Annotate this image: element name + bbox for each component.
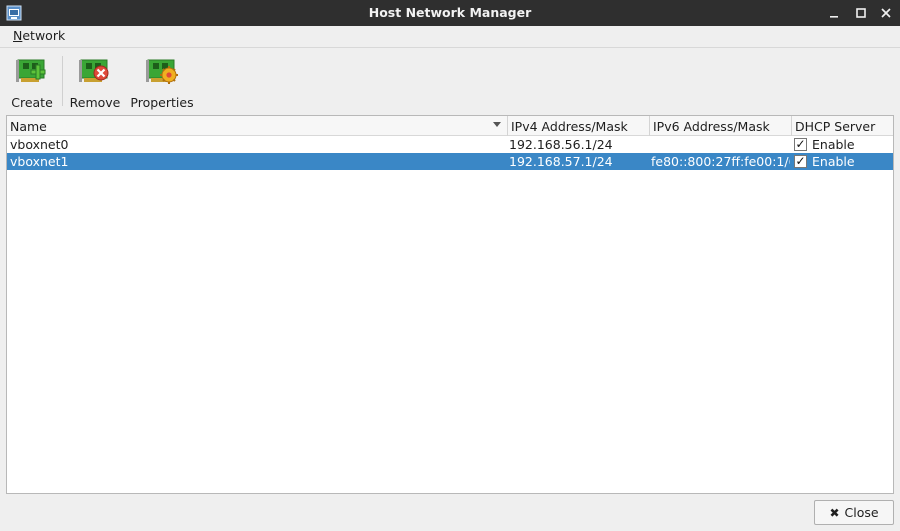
toolbar-separator	[62, 56, 63, 106]
maximize-icon[interactable]	[851, 3, 871, 23]
menu-network[interactable]: Network	[13, 28, 65, 43]
properties-button[interactable]: Properties	[130, 54, 194, 112]
toolbar: Create Remove Properties	[0, 47, 900, 113]
cell-ipv6: fe80::800:27ff:fe00:1/64	[651, 154, 790, 169]
column-header-dhcp[interactable]: DHCP Server	[792, 116, 893, 136]
create-button[interactable]: Create	[11, 54, 53, 112]
menu-bar: Network	[0, 26, 900, 47]
close-button[interactable]: ✖ Close	[814, 500, 894, 525]
properties-network-icon	[146, 59, 178, 84]
cell-ipv4: 192.168.56.1/24	[509, 137, 613, 152]
cell-ipv4: 192.168.57.1/24	[509, 154, 613, 169]
dhcp-enable-label: Enable	[812, 137, 855, 152]
sort-descending-icon	[493, 122, 501, 127]
dhcp-checkbox[interactable]: ✓	[794, 138, 807, 151]
remove-network-icon	[79, 59, 109, 82]
minimize-icon[interactable]	[824, 3, 844, 23]
cell-name: vboxnet0	[10, 137, 69, 152]
menu-network-mnemonic: N	[13, 28, 23, 43]
properties-label: Properties	[130, 95, 194, 110]
dhcp-enable-label: Enable	[812, 154, 855, 169]
window-title: Host Network Manager	[368, 5, 532, 20]
column-header-ipv6[interactable]: IPv6 Address/Mask	[650, 116, 792, 136]
create-label: Create	[11, 95, 53, 110]
checkmark-icon: ✓	[795, 154, 806, 168]
network-table[interactable]: Name IPv4 Address/Mask IPv6 Address/Mask…	[6, 115, 894, 494]
checkmark-icon: ✓	[795, 137, 806, 151]
dhcp-checkbox[interactable]: ✓	[794, 155, 807, 168]
table-header: Name IPv4 Address/Mask IPv6 Address/Mask…	[7, 116, 893, 136]
column-header-ipv4[interactable]: IPv4 Address/Mask	[508, 116, 650, 136]
remove-label: Remove	[69, 95, 121, 110]
cell-ipv6	[648, 136, 790, 153]
column-header-name-label: Name	[10, 119, 47, 134]
cell-name: vboxnet1	[10, 154, 69, 169]
host-network-manager-window: Host Network Manager Network Create Remo…	[0, 0, 900, 531]
remove-button[interactable]: Remove	[69, 54, 121, 112]
create-network-icon	[16, 59, 46, 82]
close-window-icon[interactable]	[876, 3, 896, 23]
column-header-name[interactable]: Name	[7, 116, 508, 136]
title-bar[interactable]: Host Network Manager	[0, 0, 900, 26]
table-row[interactable]: vboxnet1 192.168.57.1/24 fe80::800:27ff:…	[7, 153, 893, 170]
menu-network-label: etwork	[22, 28, 66, 43]
close-button-label: Close	[844, 505, 879, 520]
close-x-icon: ✖	[829, 505, 840, 520]
table-row[interactable]: vboxnet0 192.168.56.1/24 ✓ Enable	[7, 136, 893, 153]
